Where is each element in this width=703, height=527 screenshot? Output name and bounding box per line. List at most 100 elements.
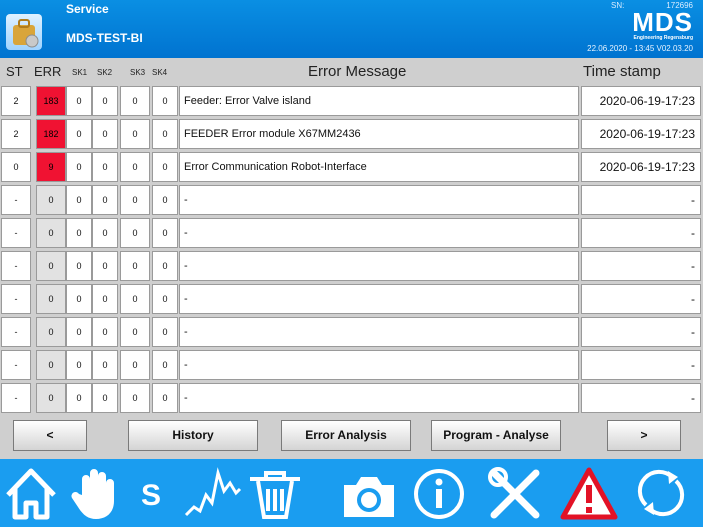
- datetime-version: 22.06.2020 - 13:45 V02.03.20: [587, 44, 693, 53]
- cell-err: 183: [36, 86, 66, 116]
- cell-message: -: [179, 185, 579, 215]
- cell-sk1: 0: [66, 251, 92, 281]
- cell-sk1: 0: [66, 218, 92, 248]
- col-sk4: SK4: [152, 68, 168, 77]
- program-analyse-button[interactable]: Program - Analyse: [431, 420, 561, 451]
- info-icon[interactable]: [410, 465, 468, 521]
- chart-icon[interactable]: [184, 465, 242, 521]
- cell-timestamp: 2020-06-19-17:23: [581, 152, 701, 182]
- cell-sk4: 0: [152, 218, 178, 248]
- hand-icon[interactable]: [66, 465, 124, 521]
- page-title: Service: [66, 2, 109, 16]
- camera-icon[interactable]: [340, 465, 398, 521]
- cell-sk4: 0: [152, 185, 178, 215]
- cell-sk2: 0: [92, 251, 118, 281]
- cell-sk2: 0: [92, 284, 118, 314]
- cell-timestamp: -: [581, 185, 701, 215]
- table-row[interactable]: -00000--: [0, 185, 703, 218]
- cell-timestamp: -: [581, 251, 701, 281]
- cell-err: 0: [36, 383, 66, 413]
- cell-err: 0: [36, 218, 66, 248]
- table-row[interactable]: -00000--: [0, 251, 703, 284]
- cell-sk2: 0: [92, 350, 118, 380]
- cell-sk2: 0: [92, 317, 118, 347]
- tools-icon[interactable]: [486, 465, 544, 521]
- col-sk1: SK1: [72, 68, 88, 77]
- service-bag-icon: [6, 14, 42, 50]
- cell-sk1: 0: [66, 284, 92, 314]
- bottom-toolbar: S: [0, 459, 703, 527]
- cell-timestamp: 2020-06-19-17:23: [581, 86, 701, 116]
- cell-sk2: 0: [92, 218, 118, 248]
- col-st: ST: [6, 64, 23, 79]
- cell-sk3: 0: [120, 251, 150, 281]
- cell-err: 182: [36, 119, 66, 149]
- cell-message: -: [179, 218, 579, 248]
- cell-st: -: [1, 317, 31, 347]
- history-button[interactable]: History: [128, 420, 258, 451]
- cell-sk2: 0: [92, 119, 118, 149]
- cell-sk1: 0: [66, 119, 92, 149]
- cell-message: -: [179, 383, 579, 413]
- cell-sk2: 0: [92, 152, 118, 182]
- table-header: ST ERR SK1 SK2 SK3 SK4 Error Message Tim…: [0, 58, 703, 86]
- table-row[interactable]: -00000--: [0, 350, 703, 383]
- cell-sk3: 0: [120, 218, 150, 248]
- table-row[interactable]: -00000--: [0, 284, 703, 317]
- table-row[interactable]: 2 183 0 0 0 0 Feeder: Error Valve island 2020-0…: [0, 86, 703, 119]
- refresh-icon[interactable]: [632, 465, 690, 521]
- cell-sk1: 0: [66, 317, 92, 347]
- cell-err: 9: [36, 152, 66, 182]
- cell-message: Error Communication Robot-Interface: [179, 152, 579, 182]
- warning-icon[interactable]: [560, 465, 618, 521]
- cell-sk3: 0: [120, 152, 150, 182]
- col-timestamp: Time stamp: [583, 63, 661, 80]
- cell-st: -: [1, 383, 31, 413]
- cell-message: -: [179, 317, 579, 347]
- cell-message: FEEDER Error module X67MM2436: [179, 119, 579, 149]
- error-analysis-button[interactable]: Error Analysis: [281, 420, 411, 451]
- table-row[interactable]: -00000--: [0, 317, 703, 350]
- col-sk2: SK2: [97, 68, 113, 77]
- cell-err: 0: [36, 284, 66, 314]
- next-button[interactable]: >: [607, 420, 681, 451]
- cell-st: 0: [1, 152, 31, 182]
- cell-sk1: 0: [66, 383, 92, 413]
- table-row[interactable]: -00000--: [0, 383, 703, 416]
- cell-sk4: 0: [152, 152, 178, 182]
- cell-message: -: [179, 350, 579, 380]
- cell-st: 2: [1, 86, 31, 116]
- cell-timestamp: -: [581, 350, 701, 380]
- cell-message: -: [179, 251, 579, 281]
- cell-sk3: 0: [120, 119, 150, 149]
- cell-sk1: 0: [66, 185, 92, 215]
- cell-sk3: 0: [120, 86, 150, 116]
- cell-timestamp: 2020-06-19-17:23: [581, 119, 701, 149]
- cell-sk2: 0: [92, 383, 118, 413]
- col-message: Error Message: [308, 63, 407, 80]
- s-icon[interactable]: S: [122, 465, 180, 521]
- home-icon[interactable]: [2, 465, 60, 521]
- table-row[interactable]: 2 182 0 0 0 0 FEEDER Error module X67MM2436 202…: [0, 119, 703, 152]
- cell-st: -: [1, 251, 31, 281]
- cell-sk1: 0: [66, 152, 92, 182]
- cell-err: 0: [36, 185, 66, 215]
- cell-message: Feeder: Error Valve island: [179, 86, 579, 116]
- cell-err: 0: [36, 251, 66, 281]
- cell-st: 2: [1, 119, 31, 149]
- cell-st: -: [1, 284, 31, 314]
- cell-sk4: 0: [152, 383, 178, 413]
- trash-icon[interactable]: [246, 465, 304, 521]
- prev-button[interactable]: <: [13, 420, 87, 451]
- table-row[interactable]: 0 9 0 0 0 0 Error Communication Robot-Interfac…: [0, 152, 703, 185]
- cell-sk1: 0: [66, 86, 92, 116]
- cell-sk2: 0: [92, 185, 118, 215]
- header-bar: Service MDS-TEST-BI SN: 172696 MDS Engin…: [0, 0, 703, 58]
- cell-err: 0: [36, 350, 66, 380]
- cell-st: -: [1, 218, 31, 248]
- cell-sk3: 0: [120, 350, 150, 380]
- cell-sk4: 0: [152, 251, 178, 281]
- table-row[interactable]: -00000--: [0, 218, 703, 251]
- s-icon-label: S: [141, 479, 161, 512]
- cell-sk3: 0: [120, 185, 150, 215]
